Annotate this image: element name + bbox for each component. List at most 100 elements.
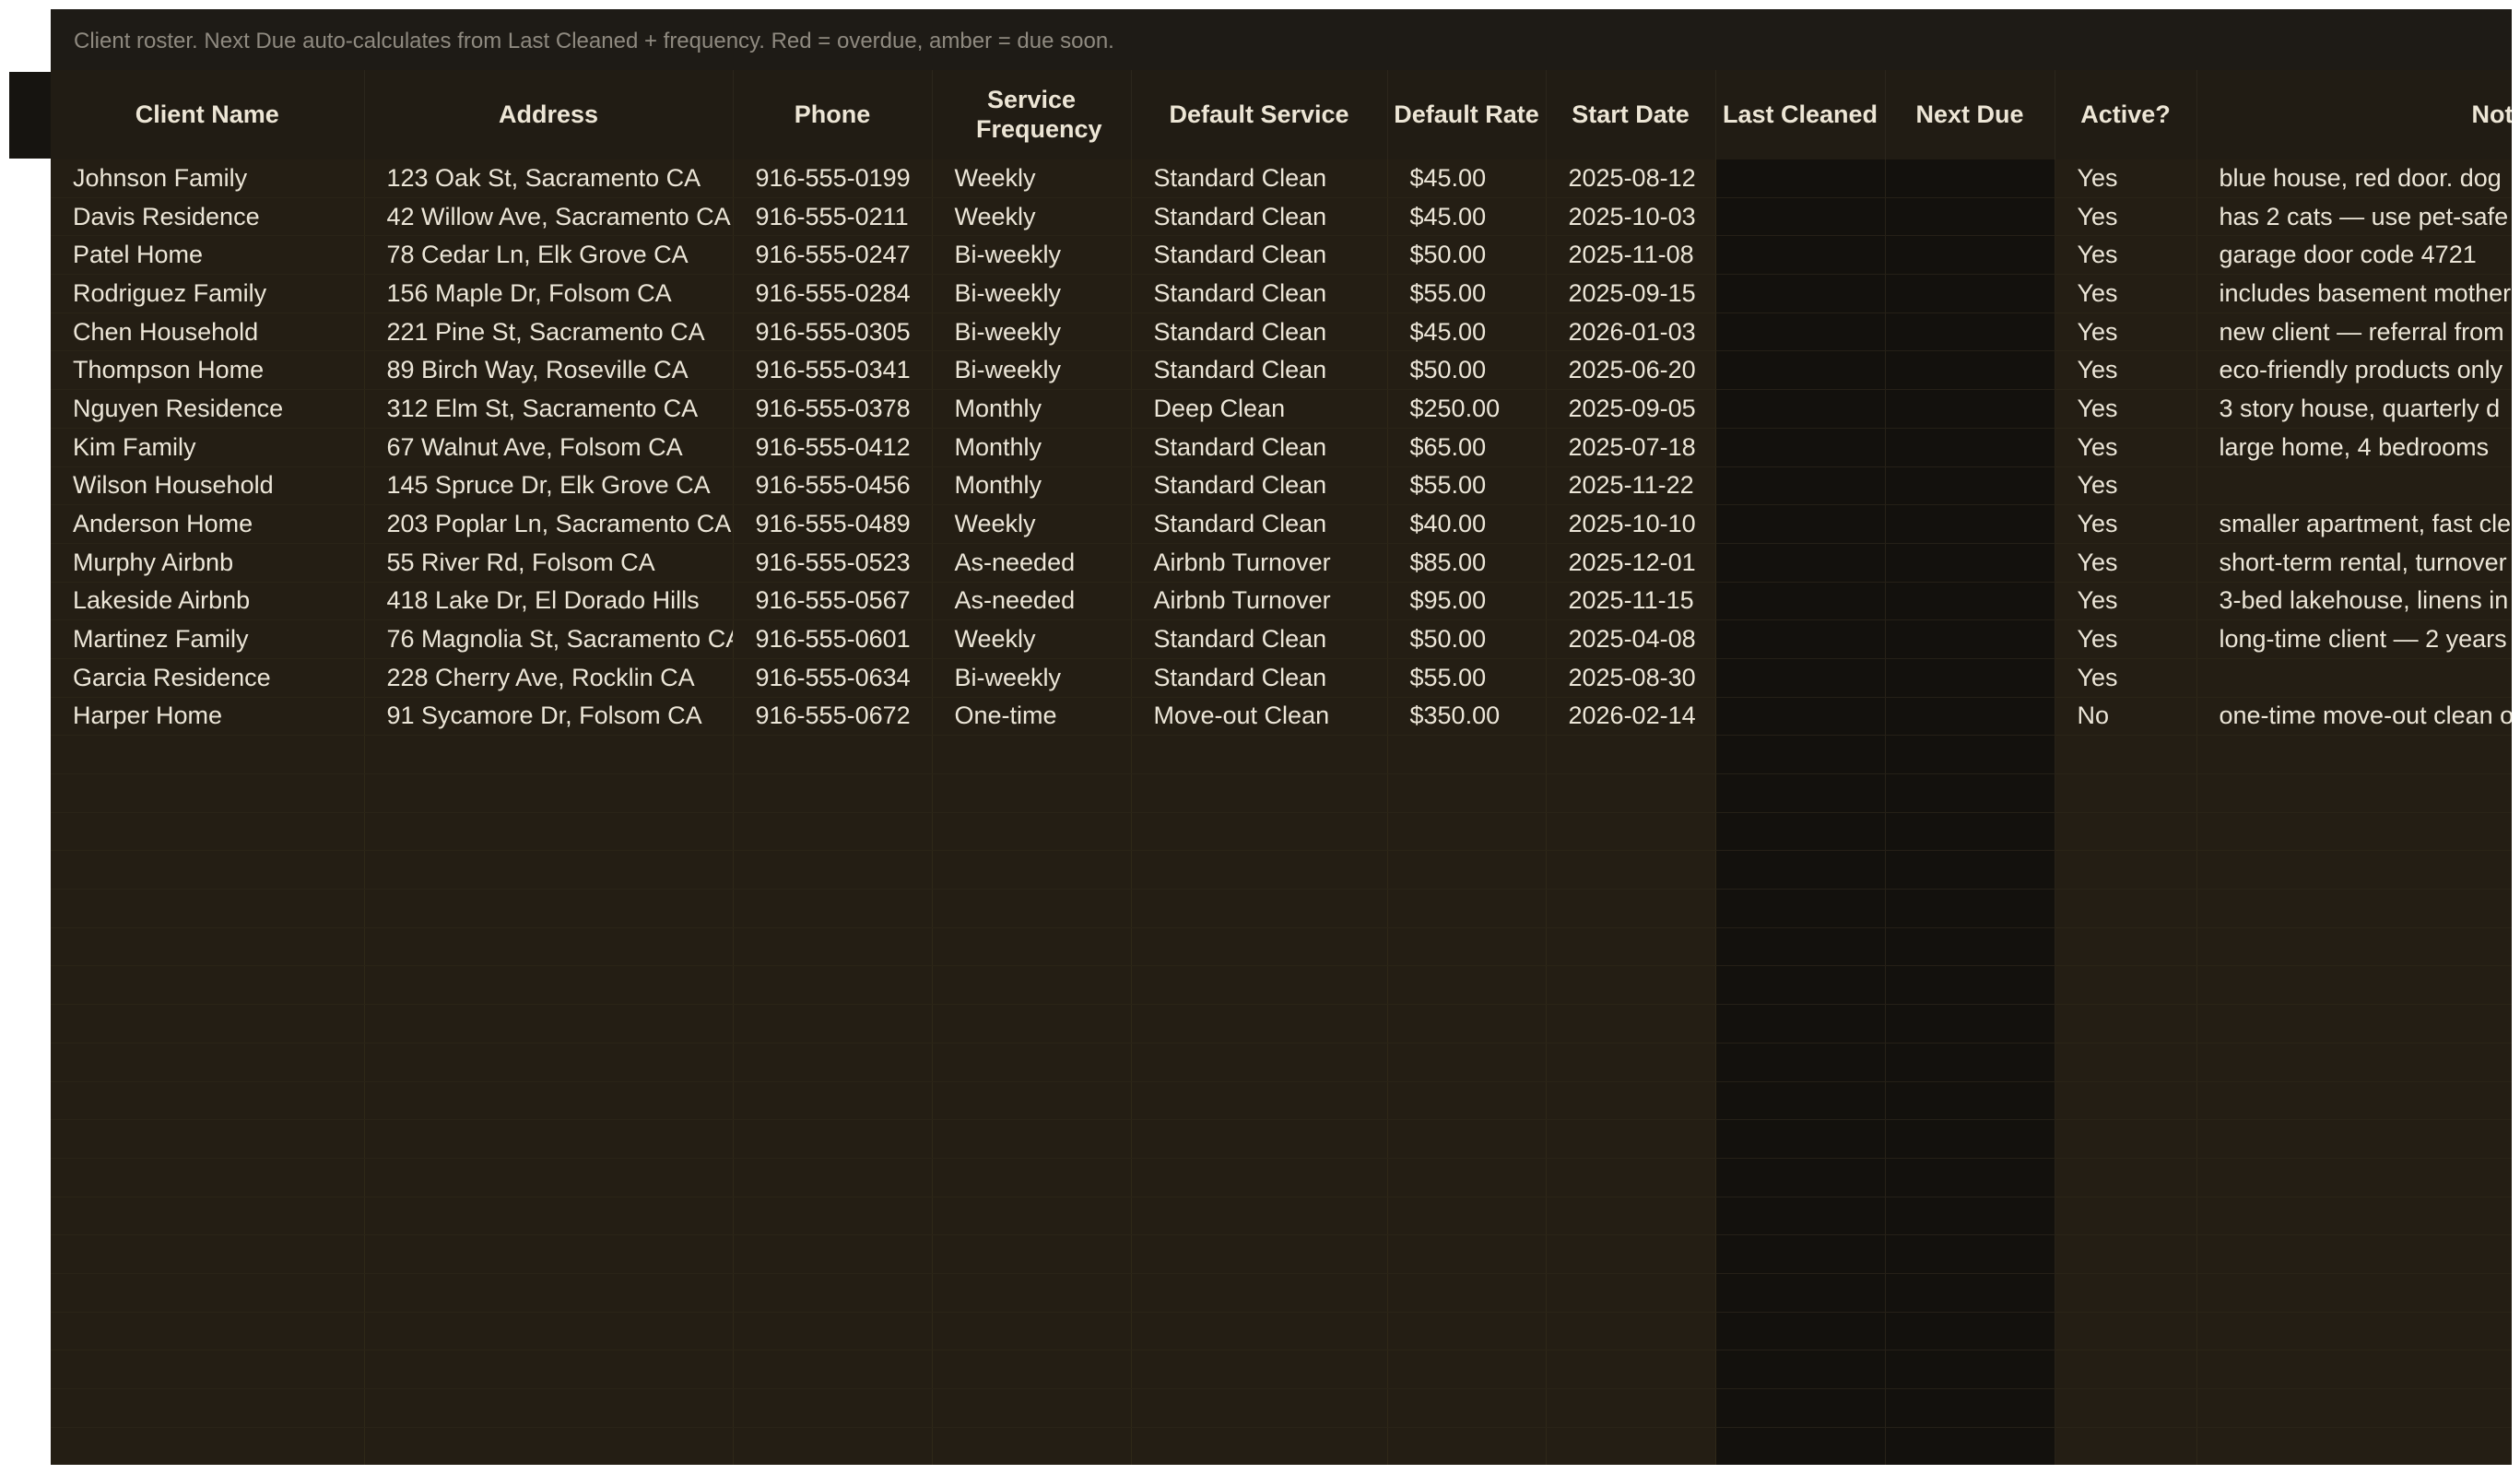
empty-cell-service-frequency[interactable] (932, 850, 1132, 890)
empty-cell-last-cleaned[interactable] (1715, 1312, 1886, 1351)
cell-last-cleaned[interactable] (1715, 159, 1886, 198)
empty-cell-last-cleaned[interactable] (1715, 1350, 1886, 1389)
empty-cell-active[interactable] (2055, 965, 2197, 1006)
empty-cell-start-date[interactable] (1546, 965, 1716, 1006)
empty-cell-last-cleaned[interactable] (1715, 1043, 1886, 1082)
empty-cell-next-due[interactable] (1885, 1388, 2055, 1428)
cell-active[interactable]: Yes (2055, 350, 2197, 391)
empty-cell-last-cleaned[interactable] (1715, 965, 1886, 1006)
cell-start-date[interactable]: 2025-09-15 (1546, 274, 1716, 313)
cell-notes[interactable]: smaller apartment, fast cle (2196, 504, 2512, 544)
cell-phone[interactable]: 916-555-0211 (733, 197, 933, 237)
cell-address[interactable]: 42 Willow Ave, Sacramento CA (364, 197, 734, 237)
empty-cell-next-due[interactable] (1885, 1427, 2055, 1465)
cell-last-cleaned[interactable] (1715, 543, 1886, 583)
empty-cell-service-frequency[interactable] (932, 1158, 1132, 1197)
empty-cell-client-name[interactable] (51, 1043, 365, 1082)
cell-next-due[interactable] (1885, 312, 2055, 352)
empty-cell-notes[interactable] (2196, 735, 2512, 774)
cell-next-due[interactable] (1885, 159, 2055, 198)
empty-cell-active[interactable] (2055, 889, 2197, 928)
empty-cell-phone[interactable] (733, 1119, 933, 1159)
cell-default-rate[interactable]: $50.00 (1387, 619, 1547, 659)
empty-cell-default-rate[interactable] (1387, 1234, 1547, 1274)
cell-default-service[interactable]: Standard Clean (1131, 658, 1388, 698)
empty-cell-client-name[interactable] (51, 1158, 365, 1197)
cell-phone[interactable]: 916-555-0199 (733, 159, 933, 198)
empty-cell-active[interactable] (2055, 1388, 2197, 1428)
cell-default-service[interactable]: Standard Clean (1131, 504, 1388, 544)
empty-cell-service-frequency[interactable] (932, 1197, 1132, 1236)
empty-cell-default-service[interactable] (1131, 1004, 1388, 1044)
empty-cell-notes[interactable] (2196, 1004, 2512, 1044)
cell-active[interactable]: Yes (2055, 274, 2197, 313)
empty-cell-address[interactable] (364, 1350, 734, 1389)
empty-cell-last-cleaned[interactable] (1715, 773, 1886, 813)
cell-active[interactable]: Yes (2055, 159, 2197, 198)
cell-next-due[interactable] (1885, 697, 2055, 737)
empty-cell-service-frequency[interactable] (932, 965, 1132, 1006)
empty-cell-notes[interactable] (2196, 1043, 2512, 1082)
empty-cell-default-service[interactable] (1131, 850, 1388, 890)
empty-cell-last-cleaned[interactable] (1715, 1158, 1886, 1197)
empty-cell-client-name[interactable] (51, 850, 365, 890)
empty-cell-default-rate[interactable] (1387, 927, 1547, 967)
empty-cell-phone[interactable] (733, 927, 933, 967)
cell-start-date[interactable]: 2025-04-08 (1546, 619, 1716, 659)
cell-phone[interactable]: 916-555-0489 (733, 504, 933, 544)
cell-client-name[interactable]: Anderson Home (51, 504, 365, 544)
column-header-service-frequency[interactable]: Service Frequency (932, 70, 1132, 159)
cell-default-rate[interactable]: $50.00 (1387, 235, 1547, 276)
empty-cell-address[interactable] (364, 965, 734, 1006)
empty-cell-default-service[interactable] (1131, 1312, 1388, 1351)
cell-next-due[interactable] (1885, 428, 2055, 467)
cell-service-frequency[interactable]: Bi-weekly (932, 312, 1132, 352)
empty-cell-last-cleaned[interactable] (1715, 1119, 1886, 1159)
empty-cell-default-service[interactable] (1131, 927, 1388, 967)
empty-cell-service-frequency[interactable] (932, 889, 1132, 928)
cell-active[interactable]: Yes (2055, 235, 2197, 276)
cell-phone[interactable]: 916-555-0634 (733, 658, 933, 698)
cell-default-service[interactable]: Standard Clean (1131, 619, 1388, 659)
empty-cell-notes[interactable] (2196, 773, 2512, 813)
empty-cell-client-name[interactable] (51, 812, 365, 852)
cell-active[interactable]: Yes (2055, 466, 2197, 506)
empty-cell-start-date[interactable] (1546, 773, 1716, 813)
cell-default-service[interactable]: Standard Clean (1131, 466, 1388, 506)
cell-default-rate[interactable]: $50.00 (1387, 350, 1547, 391)
empty-cell-address[interactable] (364, 1081, 734, 1121)
empty-cell-active[interactable] (2055, 1273, 2197, 1313)
empty-cell-next-due[interactable] (1885, 850, 2055, 890)
empty-cell-last-cleaned[interactable] (1715, 812, 1886, 852)
empty-cell-service-frequency[interactable] (932, 1234, 1132, 1274)
empty-cell-phone[interactable] (733, 1350, 933, 1389)
cell-address[interactable]: 78 Cedar Ln, Elk Grove CA (364, 235, 734, 276)
empty-cell-address[interactable] (364, 1427, 734, 1465)
cell-client-name[interactable]: Davis Residence (51, 197, 365, 237)
empty-cell-next-due[interactable] (1885, 1312, 2055, 1351)
empty-cell-address[interactable] (364, 812, 734, 852)
cell-address[interactable]: 418 Lake Dr, El Dorado Hills (364, 582, 734, 621)
cell-default-rate[interactable]: $40.00 (1387, 504, 1547, 544)
empty-cell-service-frequency[interactable] (932, 735, 1132, 774)
cell-next-due[interactable] (1885, 582, 2055, 621)
cell-address[interactable]: 156 Maple Dr, Folsom CA (364, 274, 734, 313)
cell-notes[interactable]: one-time move-out clean o (2196, 697, 2512, 737)
empty-cell-notes[interactable] (2196, 927, 2512, 967)
cell-active[interactable]: Yes (2055, 619, 2197, 659)
empty-cell-phone[interactable] (733, 1158, 933, 1197)
empty-cell-next-due[interactable] (1885, 1043, 2055, 1082)
empty-cell-start-date[interactable] (1546, 1043, 1716, 1082)
cell-client-name[interactable]: Thompson Home (51, 350, 365, 391)
cell-last-cleaned[interactable] (1715, 389, 1886, 429)
cell-next-due[interactable] (1885, 235, 2055, 276)
empty-cell-active[interactable] (2055, 773, 2197, 813)
cell-default-service[interactable]: Standard Clean (1131, 159, 1388, 198)
cell-start-date[interactable]: 2025-11-15 (1546, 582, 1716, 621)
empty-cell-next-due[interactable] (1885, 1158, 2055, 1197)
cell-active[interactable]: Yes (2055, 504, 2197, 544)
empty-cell-client-name[interactable] (51, 1312, 365, 1351)
empty-cell-default-service[interactable] (1131, 1273, 1388, 1313)
empty-cell-last-cleaned[interactable] (1715, 1234, 1886, 1274)
cell-default-service[interactable]: Deep Clean (1131, 389, 1388, 429)
